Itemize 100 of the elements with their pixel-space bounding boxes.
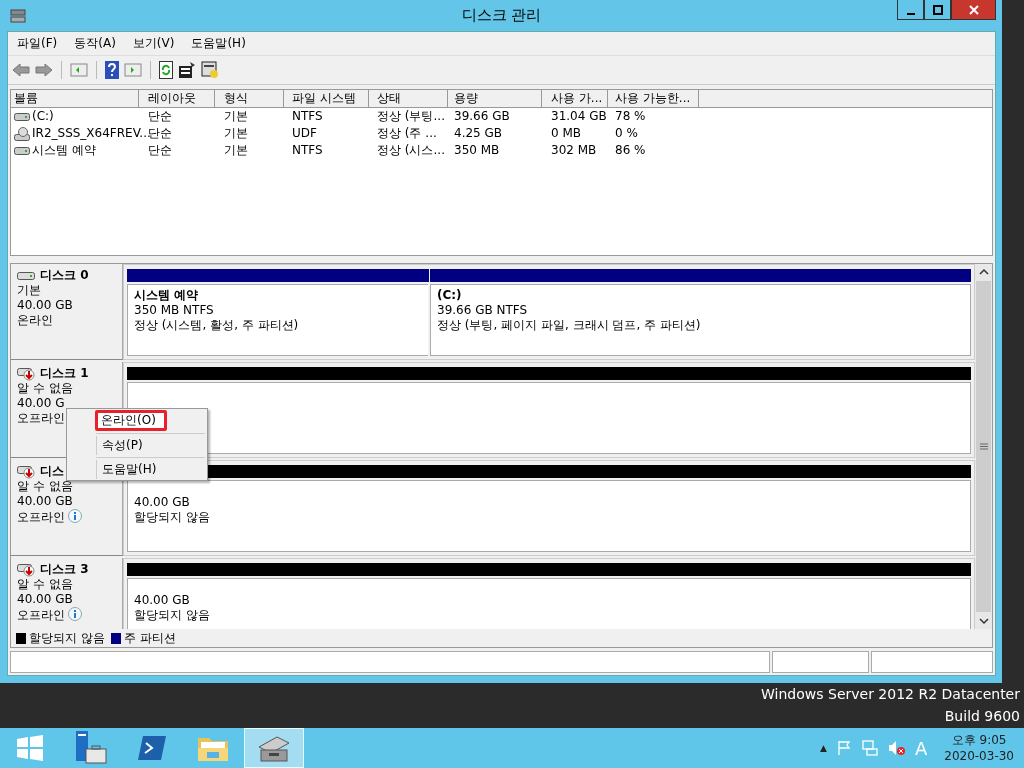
- edition-text: Windows Server 2012 R2 Datacenter: [761, 685, 1020, 704]
- show-hidden-icons-button[interactable]: ▲: [820, 743, 827, 753]
- offline-disk-icon: [17, 562, 35, 577]
- clock[interactable]: 오후 9:05 2020-03-30: [944, 732, 1014, 764]
- table-cell: 4.25 GB: [454, 125, 503, 142]
- menu-item[interactable]: 도움말(H): [191, 35, 246, 52]
- window-title: 디스크 관리: [460, 6, 543, 25]
- disk-name: 디스크 1: [40, 366, 89, 381]
- table-cell: NTFS: [292, 108, 323, 125]
- column-header[interactable]: 사용 가...: [542, 90, 608, 107]
- table-cell: NTFS: [292, 142, 323, 159]
- table-cell: 78 %: [615, 108, 646, 125]
- table-cell: 302 MB: [551, 142, 597, 159]
- menu-item[interactable]: 동작(A): [74, 35, 116, 52]
- pane-icon[interactable]: [124, 62, 142, 78]
- help-icon[interactable]: [105, 61, 119, 79]
- disk-type: 알 수 없음: [17, 381, 74, 396]
- disk-type: 알 수 없음: [17, 577, 74, 592]
- drive-icon: [14, 145, 30, 156]
- disk-name: 디스크 0: [40, 268, 89, 283]
- table-cell: 정상 (주 ...: [377, 125, 437, 142]
- info-icon[interactable]: [67, 509, 83, 525]
- table-cell: 0 %: [615, 125, 638, 142]
- context-menu-item[interactable]: 도움말(H): [96, 460, 207, 479]
- disk-size: 40.00 G: [17, 396, 66, 411]
- partition-status: 할당되지 않음: [134, 510, 211, 525]
- drive-icon: [10, 7, 26, 24]
- info-icon[interactable]: [67, 607, 83, 623]
- table-cell: 기본: [224, 108, 248, 125]
- partition-status: 할당되지 않음: [134, 608, 211, 623]
- table-cell: 기본: [224, 125, 248, 142]
- disk-status: 오프라인: [17, 607, 65, 623]
- table-cell: 350 MB: [454, 142, 500, 159]
- partition-name: (C:): [437, 288, 463, 303]
- back-icon[interactable]: [12, 62, 30, 78]
- disk-status: 오프라인: [17, 411, 65, 426]
- table-cell: UDF: [292, 125, 317, 142]
- table-cell: IR2_SSS_X64FREV...: [32, 125, 151, 142]
- disk-name: 디스: [40, 464, 64, 479]
- terminal-icon: [137, 735, 167, 761]
- disk-size: 40.00 GB: [17, 592, 74, 607]
- offline-disk-icon: [17, 366, 35, 381]
- forward-icon[interactable]: [35, 62, 53, 78]
- table-cell: 기본: [224, 142, 248, 159]
- table-cell: 단순: [148, 142, 172, 159]
- maximize-button[interactable]: [924, 0, 951, 20]
- context-menu-item[interactable]: 속성(P): [96, 436, 207, 455]
- offline-disk-icon: [17, 464, 35, 479]
- table-cell: 0 MB: [551, 125, 582, 142]
- pane-icon[interactable]: [70, 62, 88, 78]
- disk-name: 디스크 3: [40, 562, 89, 577]
- muted-speaker-icon[interactable]: [887, 740, 906, 756]
- column-header[interactable]: 상태: [369, 90, 448, 107]
- disk-size: 40.00 GB: [17, 298, 74, 313]
- taskbar-button[interactable]: [244, 728, 304, 768]
- drive-icon: [14, 111, 30, 122]
- menu-item[interactable]: 파일(F): [17, 35, 58, 52]
- partition-status: 정상 (시스템, 활성, 주 파티션): [134, 318, 300, 333]
- column-header[interactable]: 레이아웃: [139, 90, 215, 107]
- column-header[interactable]: 형식: [215, 90, 284, 107]
- column-header[interactable]: 파일 시스템: [284, 90, 369, 107]
- build-text: Build 9600: [944, 707, 1020, 726]
- windows-icon: [17, 735, 43, 761]
- scroll-thumb[interactable]: [976, 281, 991, 612]
- column-header[interactable]: 용량: [448, 90, 542, 107]
- refresh-icon[interactable]: [159, 61, 173, 79]
- partition-name: 시스템 예약: [134, 288, 200, 303]
- column-header[interactable]: 사용 가능한...: [608, 90, 699, 107]
- partition-status: 정상 (부팅, 페이지 파일, 크래시 덤프, 주 파티션): [437, 318, 702, 333]
- table-cell: 정상 (시스...: [377, 142, 445, 159]
- properties-icon[interactable]: [178, 61, 196, 79]
- settings-icon[interactable]: [201, 61, 219, 79]
- table-cell: 단순: [148, 125, 172, 142]
- close-icon: [967, 3, 980, 16]
- partition-size: 39.66 GB NTFS: [437, 303, 529, 318]
- disk-type: 기본: [17, 283, 42, 298]
- disk-size: 40.00 GB: [17, 494, 74, 509]
- table-cell: 단순: [148, 108, 172, 125]
- disk-status: 오프라인: [17, 509, 65, 525]
- scrollbar[interactable]: [975, 264, 992, 629]
- server-toolbox-icon: [74, 731, 108, 765]
- column-header[interactable]: 볼륨: [11, 90, 139, 107]
- table-cell: 39.66 GB: [454, 108, 510, 125]
- menu-item[interactable]: 보기(V): [132, 35, 175, 52]
- minimize-button[interactable]: [897, 0, 924, 20]
- table-cell: 31.04 GB: [551, 108, 607, 125]
- grip-icon: [979, 443, 988, 450]
- legend-label: 할당되지 않음: [29, 629, 105, 647]
- minimize-icon: [906, 12, 915, 15]
- context-menu-item[interactable]: 온라인(O): [95, 410, 167, 431]
- close-button[interactable]: [951, 0, 996, 20]
- partition-size: 350 MB NTFS: [134, 303, 215, 318]
- partition-size: 40.00 GB: [134, 495, 191, 510]
- disk-status: 온라인: [17, 313, 53, 328]
- disc-drive-icon: [14, 126, 30, 141]
- disk-type: 알 수 없음: [17, 479, 74, 494]
- partition-size: 40.00 GB: [134, 593, 191, 608]
- table-cell: 시스템 예약: [32, 142, 96, 159]
- maximize-icon: [932, 4, 943, 15]
- table-cell: 86 %: [615, 142, 646, 159]
